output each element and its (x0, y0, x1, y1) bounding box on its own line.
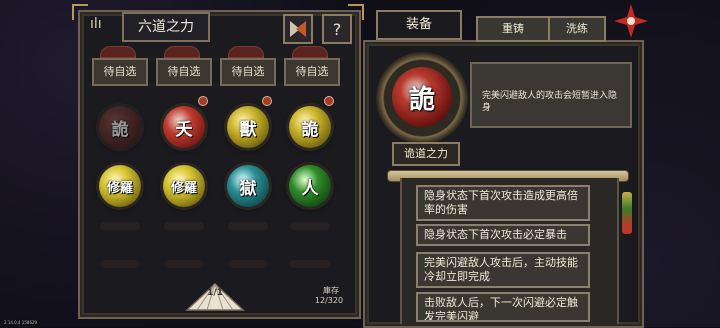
shuffle-icon[interactable] (283, 14, 313, 44)
version-text: 2.14.0.4 158629 (4, 320, 38, 325)
orb-beast[interactable]: 獸 (227, 106, 269, 148)
slot-cap (164, 46, 200, 58)
skill-description: 完美闪避敌人的攻击会短暂进入隐身 (470, 62, 632, 128)
empty-slot (164, 222, 204, 230)
stock-value: 12/320 (314, 296, 344, 305)
empty-slot (164, 260, 204, 268)
slot-3[interactable]: 待自选 (220, 58, 276, 86)
selection-slots: 待自选 待自选 待自选 待自选 (90, 46, 348, 86)
tuning-fork-icon[interactable]: ılı (90, 16, 112, 38)
empty-slot (228, 260, 268, 268)
orb-asura-2[interactable]: 修羅 (163, 165, 205, 207)
orb-asura-1[interactable]: 修羅 (99, 165, 141, 207)
orb-hell[interactable]: 獄 (227, 165, 269, 207)
slot-2[interactable]: 待自选 (156, 58, 212, 86)
orb-gui[interactable]: 詭 (289, 106, 331, 148)
slot-1[interactable]: 待自选 (92, 58, 148, 86)
empty-slot (228, 222, 268, 230)
tab-equip[interactable]: 装备 (376, 10, 462, 40)
page-indicator: 1/1 (207, 288, 223, 298)
empty-slot (290, 260, 330, 268)
tab-reforge[interactable]: 重铸 (476, 16, 550, 42)
effect-item-4: 击败敌人后，下一次闪避必定触发完美闪避 (416, 292, 590, 322)
orb-gui-locked[interactable]: 詭 (99, 106, 141, 148)
skill-orb: 詭 (392, 67, 452, 127)
effect-item-2: 隐身状态下首次攻击必定暴击 (416, 224, 590, 246)
panel-corner-ornament (72, 4, 88, 20)
new-badge (324, 96, 334, 106)
effect-item-1: 隐身状态下首次攻击造成更高倍率的伤害 (416, 185, 590, 221)
panel-title: 六道之力 (122, 12, 210, 42)
tab-refine[interactable]: 洗练 (548, 16, 606, 42)
help-icon: ? (332, 19, 342, 39)
tassel-ornament (622, 192, 632, 234)
orb-yao[interactable]: 夭 (163, 106, 205, 148)
orb-human[interactable]: 人 (289, 165, 331, 207)
new-badge (198, 96, 208, 106)
empty-slot (100, 260, 140, 268)
slot-cap (228, 46, 264, 58)
skill-name: 诡道之力 (392, 142, 460, 166)
slot-4[interactable]: 待自选 (284, 58, 340, 86)
slot-cap (292, 46, 328, 58)
stock-label: 庫存 (323, 286, 339, 295)
empty-slot (100, 222, 140, 230)
flower-ornament-icon (614, 4, 648, 38)
slot-cap (100, 46, 136, 58)
help-button[interactable]: ? (322, 14, 352, 44)
new-badge (262, 96, 272, 106)
empty-slot (290, 222, 330, 230)
effect-item-3: 完美闪避敌人攻击后，主动技能冷却立即完成 (416, 252, 590, 288)
